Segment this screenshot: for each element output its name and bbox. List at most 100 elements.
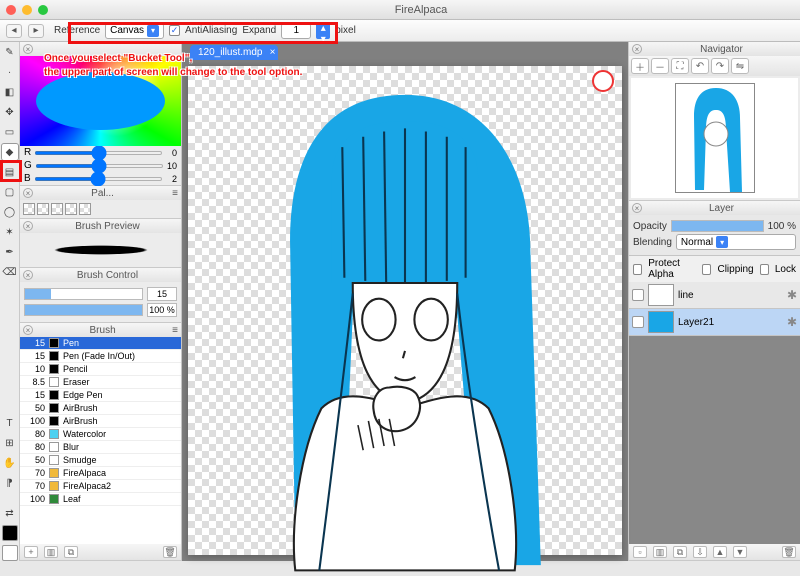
eyedropper-tool[interactable]: ⁋ bbox=[2, 475, 18, 491]
magic-wand-tool[interactable]: ✶ bbox=[2, 224, 18, 240]
reference-value: Canvas bbox=[110, 25, 144, 36]
layer-list[interactable]: line✱Layer21✱ bbox=[629, 282, 800, 544]
swap-color[interactable]: ⇄ bbox=[2, 505, 18, 521]
swatch-empty[interactable] bbox=[23, 203, 35, 215]
swatch-empty[interactable] bbox=[65, 203, 77, 215]
close-icon[interactable]: × bbox=[632, 203, 642, 213]
swatch-empty[interactable] bbox=[51, 203, 63, 215]
clipping-checkbox[interactable] bbox=[702, 264, 711, 275]
opacity-slider[interactable] bbox=[24, 304, 143, 316]
gear-icon[interactable]: ✱ bbox=[787, 315, 797, 329]
visibility-toggle[interactable] bbox=[632, 316, 644, 328]
brush-row[interactable]: 80Blur bbox=[20, 441, 181, 454]
reference-select[interactable]: Canvas ▾ bbox=[105, 23, 164, 39]
history-back-button[interactable]: ◂ bbox=[6, 24, 22, 38]
dot-tool[interactable]: ∙ bbox=[2, 64, 18, 80]
close-icon[interactable]: × bbox=[23, 270, 33, 280]
fg-color[interactable] bbox=[2, 525, 18, 541]
size-slider[interactable] bbox=[24, 288, 143, 300]
brush-tool[interactable]: ✎ bbox=[2, 44, 18, 60]
brush-size: 15 bbox=[23, 351, 45, 361]
close-icon[interactable]: × bbox=[23, 44, 33, 54]
chevron-down-icon: ▾ bbox=[147, 25, 159, 37]
protect-alpha-checkbox[interactable] bbox=[633, 264, 642, 275]
text-tool[interactable]: T bbox=[2, 415, 18, 431]
hand-tool[interactable]: ✋ bbox=[2, 455, 18, 471]
brush-preview-panel: ×Brush Preview bbox=[20, 219, 181, 268]
layer-opacity-slider[interactable] bbox=[671, 220, 764, 232]
shape-tool[interactable]: ▭ bbox=[2, 124, 18, 140]
brush-row[interactable]: 10 Pencil bbox=[20, 363, 181, 376]
navigator-thumbnail[interactable] bbox=[631, 78, 798, 198]
delete-layer-button[interactable]: 🗑 bbox=[782, 546, 796, 558]
history-forward-button[interactable]: ▸ bbox=[28, 24, 44, 38]
select-rect-tool[interactable]: ▢ bbox=[2, 184, 18, 200]
select-pen-tool[interactable]: ✒ bbox=[2, 244, 18, 260]
brush-row[interactable]: 15Pen (Fade In/Out) bbox=[20, 350, 181, 363]
brush-row[interactable]: 100AirBrush bbox=[20, 415, 181, 428]
divide-tool[interactable]: ⊞ bbox=[2, 435, 18, 451]
expand-input[interactable] bbox=[281, 23, 311, 39]
b-slider[interactable] bbox=[34, 177, 163, 181]
brush-row[interactable]: 8.5Eraser bbox=[20, 376, 181, 389]
lock-checkbox[interactable] bbox=[760, 264, 769, 275]
brush-row[interactable]: 50AirBrush bbox=[20, 402, 181, 415]
gear-icon[interactable]: ✱ bbox=[787, 288, 797, 302]
g-slider[interactable] bbox=[35, 164, 164, 168]
layer-down-button[interactable]: ▼ bbox=[733, 546, 747, 558]
canvas[interactable] bbox=[188, 66, 622, 555]
expand-stepper[interactable]: ▴▾ bbox=[316, 23, 330, 39]
brush-row[interactable]: 70FireAlpaca2 bbox=[20, 480, 181, 493]
duplicate-brush-button[interactable]: ⧉ bbox=[64, 546, 78, 558]
maximize-window[interactable] bbox=[38, 5, 48, 15]
bg-color[interactable] bbox=[2, 545, 18, 561]
opacity-value[interactable]: 100 % bbox=[147, 303, 177, 317]
brush-name: Pencil bbox=[63, 364, 88, 374]
close-icon[interactable]: × bbox=[23, 188, 33, 198]
size-value[interactable]: 15 bbox=[147, 287, 177, 301]
brush-size: 10 bbox=[23, 364, 45, 374]
layer-row[interactable]: Layer21✱ bbox=[629, 309, 800, 336]
brush-name: FireAlpaca2 bbox=[63, 481, 111, 491]
new-layer-button[interactable]: ▫ bbox=[633, 546, 647, 558]
brush-row[interactable]: 80Watercolor bbox=[20, 428, 181, 441]
delete-brush-button[interactable]: 🗑 bbox=[163, 546, 177, 558]
select-eraser-tool[interactable]: ⌫ bbox=[2, 264, 18, 280]
close-window[interactable] bbox=[6, 5, 16, 15]
visibility-toggle[interactable] bbox=[632, 289, 644, 301]
swatch-empty[interactable] bbox=[37, 203, 49, 215]
add-brush-button[interactable]: + bbox=[24, 546, 38, 558]
swatch-empty[interactable] bbox=[79, 203, 91, 215]
duplicate-layer-button[interactable]: ⧉ bbox=[673, 546, 687, 558]
new-folder-button[interactable]: ▥ bbox=[653, 546, 667, 558]
brush-name: Pen bbox=[63, 338, 79, 348]
add-group-button[interactable]: ▥ bbox=[44, 546, 58, 558]
layer-row[interactable]: line✱ bbox=[629, 282, 800, 309]
brush-row[interactable]: 100Leaf bbox=[20, 493, 181, 506]
blending-value: Normal bbox=[681, 237, 713, 248]
brush-swatch bbox=[49, 403, 59, 413]
r-slider[interactable] bbox=[34, 151, 163, 155]
minimize-window[interactable] bbox=[22, 5, 32, 15]
close-icon[interactable]: × bbox=[23, 221, 33, 231]
eraser-tool[interactable]: ◧ bbox=[2, 84, 18, 100]
layer-opacity-label: Opacity bbox=[633, 221, 667, 232]
brush-row[interactable]: 15Pen bbox=[20, 337, 181, 350]
move-tool[interactable]: ✥ bbox=[2, 104, 18, 120]
b-value: 2 bbox=[166, 174, 177, 184]
lasso-tool[interactable]: ◯ bbox=[2, 204, 18, 220]
brush-row[interactable]: 15Edge Pen bbox=[20, 389, 181, 402]
gradient-tool[interactable]: ▤ bbox=[2, 164, 18, 180]
brush-list[interactable]: 15Pen15Pen (Fade In/Out)10Pencil8.5Erase… bbox=[20, 337, 181, 544]
brush-row[interactable]: 70FireAlpaca bbox=[20, 467, 181, 480]
menu-icon[interactable]: ≡ bbox=[172, 325, 178, 336]
layer-up-button[interactable]: ▲ bbox=[713, 546, 727, 558]
merge-layer-button[interactable]: ⇩ bbox=[693, 546, 707, 558]
brush-row[interactable]: 50Smudge bbox=[20, 454, 181, 467]
menu-icon[interactable]: ≡ bbox=[172, 188, 178, 199]
close-icon[interactable]: × bbox=[23, 325, 33, 335]
g-value: 10 bbox=[167, 161, 177, 171]
bucket-tool[interactable]: ◆ bbox=[2, 144, 18, 160]
blending-select[interactable]: Normal▾ bbox=[676, 234, 796, 250]
antialias-checkbox[interactable]: ✓ bbox=[169, 25, 180, 36]
